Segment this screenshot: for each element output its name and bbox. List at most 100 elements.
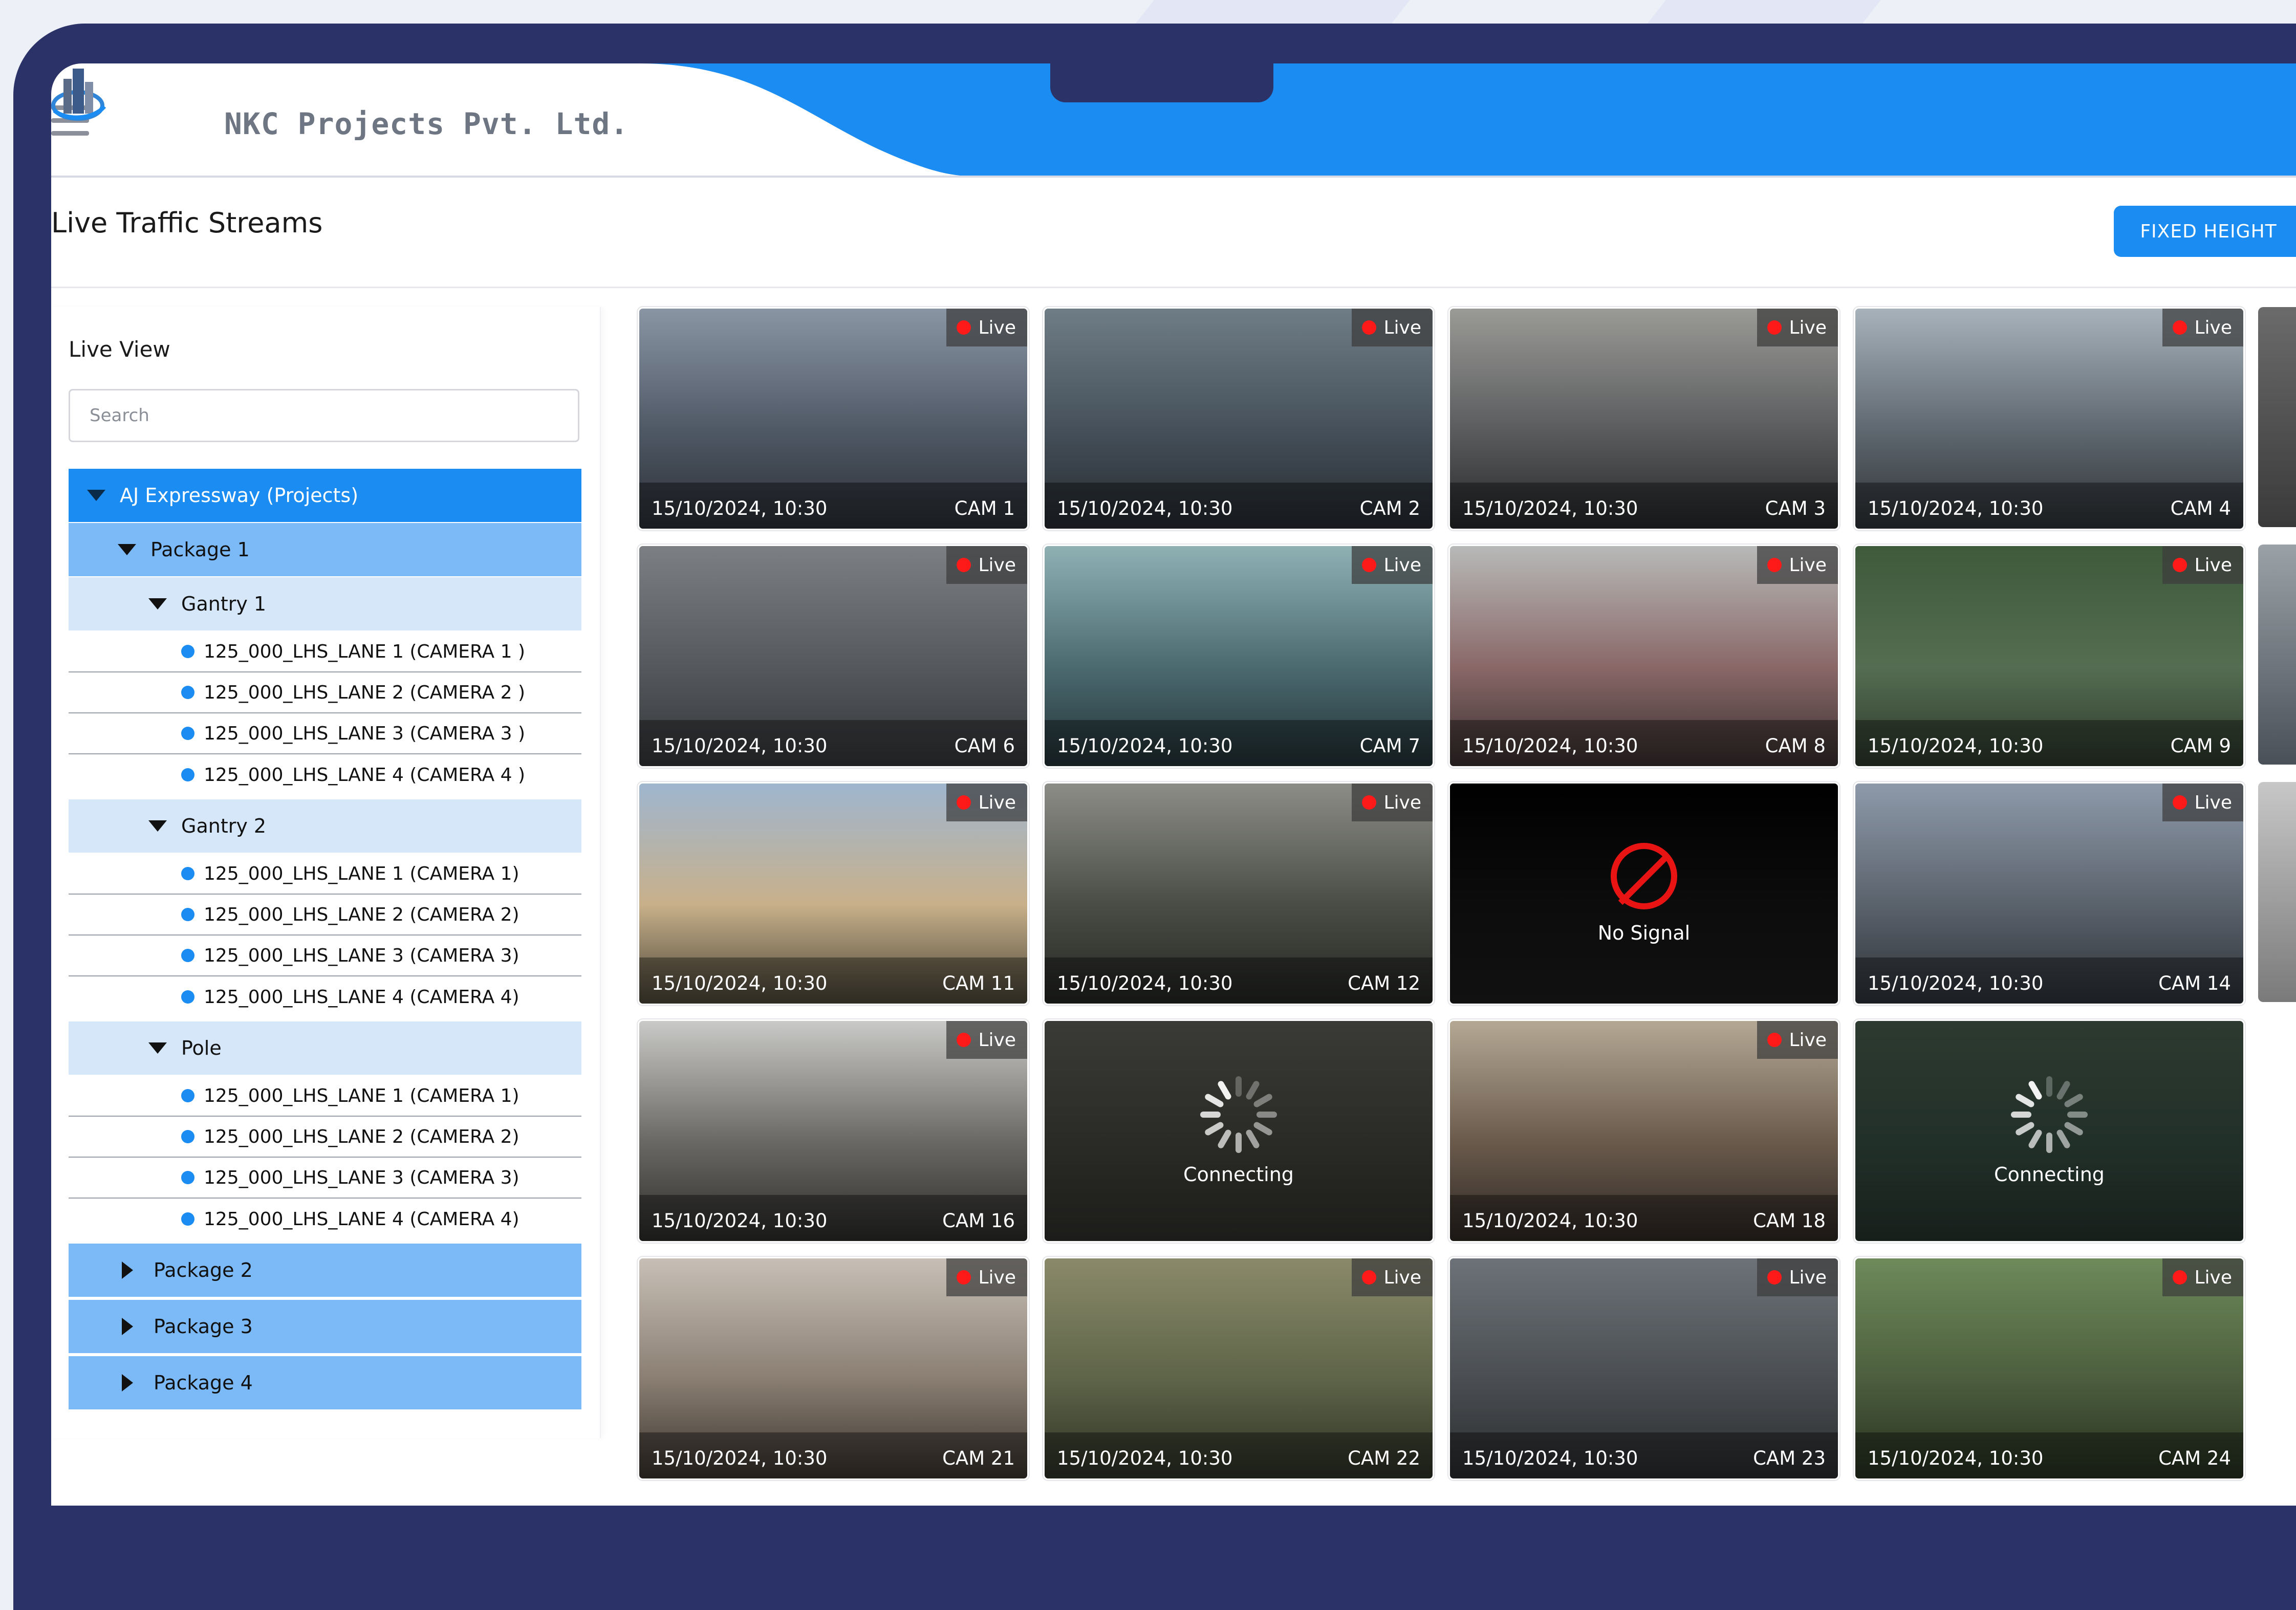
group-label: Pole	[181, 1037, 222, 1059]
live-dot-icon	[957, 1270, 971, 1285]
live-badge: Live	[1757, 1258, 1838, 1296]
stream-cam-label: CAM 8	[1765, 735, 1826, 757]
live-label: Live	[1789, 317, 1827, 338]
live-label: Live	[1383, 792, 1421, 813]
tree-camera-item[interactable]: 125_000_LHS_LANE 4 (CAMERA 4 )	[69, 754, 581, 795]
stream-cam-label: CAM 21	[942, 1447, 1015, 1469]
live-badge: Live	[1352, 784, 1433, 821]
group-label: Gantry 1	[181, 593, 267, 615]
stream-tile[interactable]: Live 15/10/2024, 10:30 CAM 16	[638, 1019, 1029, 1243]
live-label: Live	[978, 1029, 1016, 1051]
live-badge: Live	[946, 309, 1027, 346]
search-input[interactable]	[69, 389, 579, 442]
tree-package-2[interactable]: Package 2	[69, 1244, 581, 1297]
camera-label: 125_000_LHS_LANE 2 (CAMERA 2)	[204, 1126, 519, 1147]
caret-right-icon	[122, 1318, 133, 1335]
tree-camera-item[interactable]: 125_000_LHS_LANE 3 (CAMERA 3 )	[69, 713, 581, 754]
stream-tile[interactable]: Live 15/10/2024, 10:30 CAM 12	[1043, 782, 1434, 1005]
stream-tile[interactable]: No Signal	[1448, 782, 1839, 1005]
stream-tile[interactable]: Live 15/10/2024, 10:30 CAM 18	[1448, 1019, 1839, 1243]
tree-package-4[interactable]: Package 4	[69, 1356, 581, 1409]
live-label: Live	[2194, 317, 2232, 338]
tree-camera-item[interactable]: 125_000_LHS_LANE 4 (CAMERA 4)	[69, 976, 581, 1017]
tree-camera-item[interactable]: 125_000_LHS_LANE 3 (CAMERA 3)	[69, 1158, 581, 1199]
stream-tile[interactable]: Live 15/10/2024, 10:30 CAM 1	[638, 307, 1029, 530]
tree-group-pole[interactable]: Pole	[69, 1021, 581, 1075]
live-badge: Live	[2162, 309, 2243, 346]
stream-tile[interactable]: Connecting	[1854, 1019, 2245, 1243]
live-dot-icon	[2173, 795, 2187, 810]
live-label: Live	[978, 792, 1016, 813]
live-badge: Live	[2162, 546, 2243, 584]
tree-package-1[interactable]: Package 1	[69, 523, 581, 576]
connecting-state: Connecting	[1045, 1021, 1433, 1241]
tree-package-3[interactable]: Package 3	[69, 1300, 581, 1353]
stream-timestamp: 15/10/2024, 10:30	[1462, 1210, 1638, 1232]
camera-tree: AJ Expressway (Projects) Package 1 Gantr…	[69, 469, 581, 1412]
no-signal-icon	[1611, 843, 1677, 909]
tree-camera-item[interactable]: 125_000_LHS_LANE 1 (CAMERA 1 )	[69, 632, 581, 672]
stream-status-message: Connecting	[1183, 1163, 1294, 1186]
stream-tile[interactable]: Live 15/10/2024, 10:30 CAM 8	[1448, 545, 1839, 768]
camera-label: 125_000_LHS_LANE 3 (CAMERA 3 )	[204, 723, 526, 744]
stream-tile[interactable]: Live 15/10/2024, 10:30 CAM 4	[1854, 307, 2245, 530]
tree-camera-item[interactable]: 125_000_LHS_LANE 2 (CAMERA 2)	[69, 1117, 581, 1158]
stream-timestamp: 15/10/2024, 10:30	[1868, 972, 2044, 994]
tree-group-gantry-2[interactable]: Gantry 2	[69, 799, 581, 853]
stream-timestamp: 15/10/2024, 10:30	[652, 497, 828, 519]
live-badge: Live	[946, 546, 1027, 584]
package-label: Package 2	[154, 1259, 253, 1281]
stream-cam-label: CAM 2	[1359, 497, 1420, 519]
connecting-state: Connecting	[1855, 1021, 2243, 1241]
caret-down-icon	[118, 544, 136, 555]
stream-tile[interactable]: Live 15/10/2024, 10:30 CAM 24	[1854, 1257, 2245, 1480]
live-badge: Live	[946, 1258, 1027, 1296]
live-dot-icon	[1767, 558, 1782, 572]
stream-timestamp: 15/10/2024, 10:30	[1868, 497, 2044, 519]
company-name: NKC Projects Pvt. Ltd.	[224, 106, 629, 141]
stream-timestamp: 15/10/2024, 10:30	[1868, 1447, 2044, 1469]
stream-tile[interactable]: Live 15/10/2024, 10:30 CAM 11	[638, 782, 1029, 1005]
tree-camera-item[interactable]: 125_000_LHS_LANE 2 (CAMERA 2 )	[69, 672, 581, 713]
no-signal-state: No Signal	[1450, 784, 1838, 1004]
live-dot-icon	[1362, 795, 1377, 810]
tree-camera-item[interactable]: 125_000_LHS_LANE 1 (CAMERA 1)	[69, 1076, 581, 1117]
stream-timestamp: 15/10/2024, 10:30	[1057, 972, 1233, 994]
stream-tile[interactable]: Live 15/10/2024, 10:30 CAM 6	[638, 545, 1029, 768]
stream-cam-label: CAM 23	[1753, 1447, 1826, 1469]
title-divider	[51, 287, 2296, 288]
stream-cam-label: CAM 9	[2170, 735, 2231, 757]
stream-tile[interactable]: Live 15/10/2024, 10:30 CAM 2	[1043, 307, 1434, 530]
stream-cam-label: CAM 16	[942, 1210, 1015, 1232]
tree-project[interactable]: AJ Expressway (Projects)	[69, 469, 581, 522]
stream-tile[interactable]: Live 15/10/2024, 10:30 CAM 14	[1854, 782, 2245, 1005]
stream-cam-label: CAM 18	[1753, 1210, 1826, 1232]
stream-timestamp: 15/10/2024, 10:30	[1462, 1447, 1638, 1469]
fixed-height-button[interactable]: FIXED HEIGHT	[2114, 206, 2296, 257]
tree-camera-item[interactable]: 125_000_LHS_LANE 2 (CAMERA 2)	[69, 895, 581, 935]
stream-tile[interactable]: Live 15/10/2024, 10:30 CAM 9	[1854, 545, 2245, 768]
caret-down-icon	[148, 1042, 167, 1054]
live-label: Live	[2194, 792, 2232, 813]
stream-tile[interactable]: Live 15/10/2024, 10:30 CAM 22	[1043, 1257, 1434, 1480]
live-badge: Live	[1352, 1258, 1433, 1296]
stream-cam-label: CAM 12	[1348, 972, 1420, 994]
camera-label: 125_000_LHS_LANE 2 (CAMERA 2)	[204, 904, 519, 925]
tree-group-gantry-1[interactable]: Gantry 1	[69, 577, 581, 630]
stream-cam-label: CAM 14	[2158, 972, 2231, 994]
stream-cam-label: CAM 22	[1348, 1447, 1420, 1469]
live-dot-icon	[957, 1033, 971, 1047]
stream-tile[interactable]: Connecting	[1043, 1019, 1434, 1243]
live-dot-icon	[1362, 558, 1377, 572]
tree-camera-item[interactable]: 125_000_LHS_LANE 1 (CAMERA 1)	[69, 854, 581, 895]
stream-cam-label: CAM 24	[2158, 1447, 2231, 1469]
header-divider	[51, 176, 2296, 178]
camera-dot-icon	[181, 1212, 194, 1226]
tree-camera-item[interactable]: 125_000_LHS_LANE 3 (CAMERA 3)	[69, 935, 581, 976]
stream-status-message: Connecting	[1994, 1163, 2105, 1186]
stream-tile[interactable]: Live 15/10/2024, 10:30 CAM 21	[638, 1257, 1029, 1480]
stream-tile[interactable]: Live 15/10/2024, 10:30 CAM 7	[1043, 545, 1434, 768]
stream-tile[interactable]: Live 15/10/2024, 10:30 CAM 23	[1448, 1257, 1839, 1480]
stream-tile[interactable]: Live 15/10/2024, 10:30 CAM 3	[1448, 307, 1839, 530]
tree-camera-item[interactable]: 125_000_LHS_LANE 4 (CAMERA 4)	[69, 1199, 581, 1239]
